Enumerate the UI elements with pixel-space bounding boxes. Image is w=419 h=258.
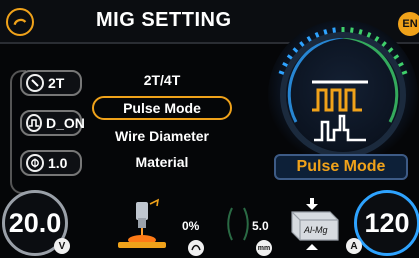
trigger-icon [26,74,44,92]
trigger-mode-value: 2T [48,75,65,91]
voltage-unit-badge: V [54,238,70,254]
pulse-waveform-icon [312,80,368,142]
page-title: MIG SETTING [96,9,232,31]
pulse-mode-label: Pulse Mode [274,154,408,180]
pulse-mode-value: D_ON [46,115,85,131]
material-label: Al-Mg [304,225,328,235]
current-dial[interactable]: 120 [354,190,419,256]
mig-setting-screen: MIG SETTING EN 2T D_ON 1.0 2T/4T Pulse M… [0,0,419,258]
welding-torch-icon [118,198,166,248]
trigger-mode-pill[interactable]: 2T [20,70,82,96]
wire-diameter-pill[interactable]: 1.0 [20,150,82,176]
menu-item-material[interactable]: Material [92,154,232,170]
gas-flow-icon [227,207,249,241]
menu-item-wire-diameter[interactable]: Wire Diameter [92,128,232,144]
diameter-icon [26,154,44,172]
wire-speed-unit-badge: mm [256,240,272,256]
pulse-wave-icon [26,114,42,132]
menu-item-pulse-mode[interactable]: Pulse Mode [92,96,232,120]
material-block-icon [291,198,339,250]
menu-item-2t4t[interactable]: 2T/4T [92,72,232,88]
inductance-icon [188,240,204,256]
inductance-value: 0% [182,219,200,233]
pulse-mode-pill[interactable]: D_ON [20,110,85,136]
current-unit-badge: A [346,238,362,254]
wire-diameter-value: 1.0 [48,155,68,171]
wire-speed-value: 5.0 [252,219,269,233]
back-icon[interactable] [6,8,34,36]
